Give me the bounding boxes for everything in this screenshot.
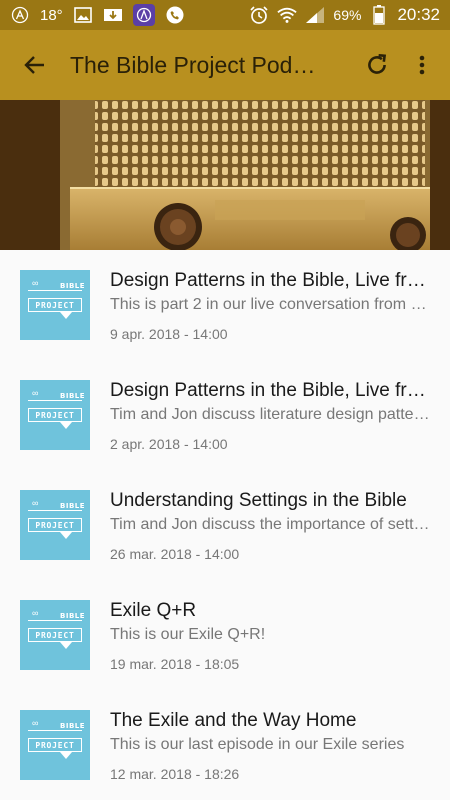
logo-mark-icon: ∞ [32,498,39,508]
refresh-button[interactable] [352,30,402,100]
battery-icon [369,5,389,25]
episode-date: 9 apr. 2018 - 14:00 [110,326,228,342]
battery-percent: 69% [333,7,362,23]
episode-description: This is our Exile Q+R! [110,626,266,643]
clock-time: 20:32 [397,5,440,24]
episode-description: This is part 2 in our live conversation … [110,296,432,313]
episode-date: 26 mar. 2018 - 14:00 [110,546,240,562]
wifi-icon [277,5,298,25]
alarm-icon [249,5,269,25]
episode-thumbnail: ∞ BIBLE PROJECT [20,600,90,670]
app-logo-icon [10,5,30,25]
episode-title: Design Patterns in the Bible, Live from … [110,380,432,401]
episode-date: 19 mar. 2018 - 18:05 [110,656,240,672]
logo-mark-icon: ∞ [32,278,39,288]
episode-description: This is our last episode in our Exile se… [110,736,405,753]
episode-list: ∞ BIBLE PROJECT Design Patterns in the B… [0,250,450,800]
episode-thumbnail: ∞ BIBLE PROJECT [20,490,90,560]
back-button[interactable] [0,30,70,100]
temperature-text: 18° [40,6,63,24]
more-options-button[interactable] [402,30,442,100]
arrow-back-icon [24,56,44,74]
episode-title: Exile Q+R [110,600,197,621]
list-item[interactable]: ∞ BIBLE PROJECT Design Patterns in the B… [0,360,450,470]
episode-title: Design Patterns in the Bible, Live from … [110,270,432,291]
refresh-icon [368,53,387,74]
app-bar: The Bible Project Podcast [0,30,450,100]
episode-description: Tim and Jon discuss literature design pa… [110,406,432,423]
episode-thumbnail: ∞ BIBLE PROJECT [20,710,90,780]
phone-icon [165,5,185,25]
download-icon [103,5,123,25]
list-item[interactable]: ∞ BIBLE PROJECT Understanding Settings i… [0,470,450,580]
signal-icon [305,5,325,25]
list-item[interactable]: ∞ BIBLE PROJECT Exile Q+R This is our Ex… [0,580,450,690]
list-item[interactable]: ∞ BIBLE PROJECT Design Patterns in the B… [0,250,450,360]
episode-title: Understanding Settings in the Bible [110,490,407,511]
image-icon [73,5,93,25]
episode-thumbnail: ∞ BIBLE PROJECT [20,380,90,450]
logo-mark-icon: ∞ [32,608,39,618]
logo-mark-icon: ∞ [32,388,39,398]
logo-mark-icon: ∞ [32,718,39,728]
episode-date: 12 mar. 2018 - 18:26 [110,766,240,782]
list-item[interactable]: ∞ BIBLE PROJECT The Exile and the Way Ho… [0,690,450,800]
podcast-header-image [0,100,450,250]
podcast-app-icon [132,4,155,26]
episode-title: The Exile and the Way Home [110,710,357,731]
episode-description: Tim and Jon discuss the importance of se… [110,516,432,533]
episode-date: 2 apr. 2018 - 14:00 [110,436,228,452]
status-bar: 18° 69% 20:32 [0,0,450,30]
page-title: The Bible Project Podcast [70,51,335,78]
episode-thumbnail: ∞ BIBLE PROJECT [20,270,90,340]
more-vert-icon [419,55,425,75]
